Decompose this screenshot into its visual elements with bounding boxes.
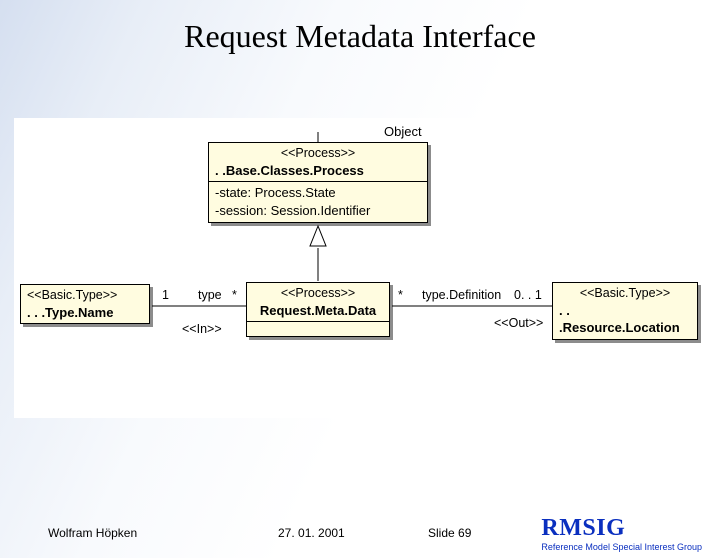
footer-slide-number: Slide 69 [428, 526, 471, 540]
footer-date: 27. 01. 2001 [278, 526, 345, 540]
brand-logo: RMSIG [541, 516, 702, 540]
slide-footer: Wolfram Höpken 27. 01. 2001 Slide 69 RMS… [0, 502, 720, 558]
footer-author: Wolfram Höpken [48, 526, 137, 540]
brand-subtitle: Reference Model Special Interest Group [541, 542, 702, 552]
uml-diagram: Object <<Process>> . .Base.Classes.Proce… [14, 118, 706, 418]
connectors [14, 118, 706, 418]
slide-title: Request Metadata Interface [0, 18, 720, 55]
footer-brand: RMSIG Reference Model Special Interest G… [541, 516, 702, 552]
